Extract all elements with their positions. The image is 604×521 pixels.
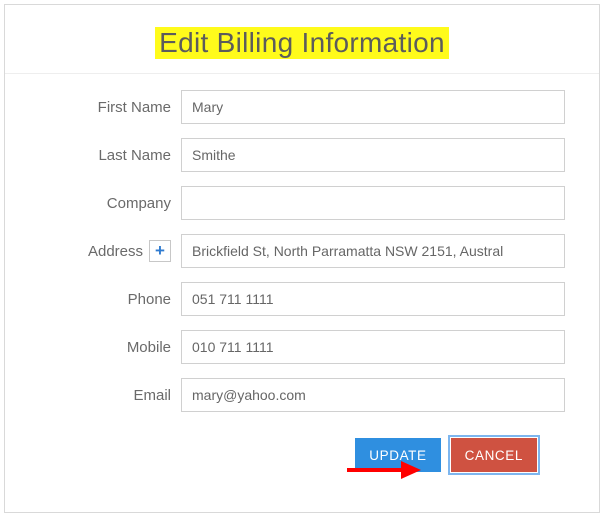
update-button[interactable]: UPDATE <box>355 438 440 472</box>
edit-billing-panel: Edit Billing Information First Name Last… <box>4 4 600 513</box>
label-email: Email <box>5 387 181 404</box>
last-name-input[interactable] <box>181 138 565 172</box>
row-phone: Phone <box>5 282 565 316</box>
label-company: Company <box>5 195 181 212</box>
row-last-name: Last Name <box>5 138 565 172</box>
address-input[interactable] <box>181 234 565 268</box>
first-name-input[interactable] <box>181 90 565 124</box>
action-bar: UPDATE CANCEL <box>5 438 565 472</box>
row-first-name: First Name <box>5 90 565 124</box>
label-mobile: Mobile <box>5 339 181 356</box>
label-last-name: Last Name <box>5 147 181 164</box>
email-input[interactable] <box>181 378 565 412</box>
page-title: Edit Billing Information <box>155 27 449 59</box>
company-input[interactable] <box>181 186 565 220</box>
label-address-group: Address + <box>5 240 181 262</box>
label-phone: Phone <box>5 291 181 308</box>
row-address: Address + <box>5 234 565 268</box>
mobile-input[interactable] <box>181 330 565 364</box>
row-email: Email <box>5 378 565 412</box>
row-company: Company <box>5 186 565 220</box>
row-mobile: Mobile <box>5 330 565 364</box>
add-address-button[interactable]: + <box>149 240 171 262</box>
label-first-name: First Name <box>5 99 181 116</box>
label-address: Address <box>88 243 143 260</box>
cancel-button[interactable]: CANCEL <box>451 438 537 472</box>
title-bar: Edit Billing Information <box>5 5 599 74</box>
phone-input[interactable] <box>181 282 565 316</box>
billing-form: First Name Last Name Company Address + P… <box>5 74 599 472</box>
